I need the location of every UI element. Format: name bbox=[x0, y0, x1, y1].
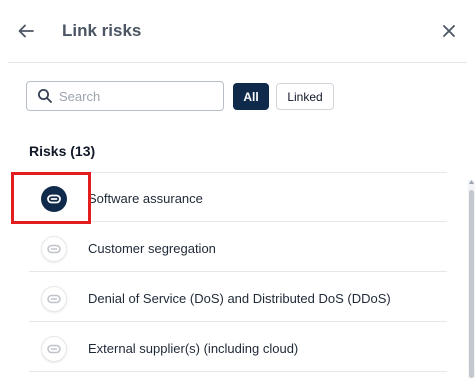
arrow-left-icon bbox=[18, 24, 34, 38]
risks-heading: Risks (13) bbox=[29, 143, 96, 159]
risk-label: Software assurance bbox=[88, 191, 203, 206]
page-title: Link risks bbox=[62, 21, 142, 40]
link-toggle-button[interactable] bbox=[41, 236, 67, 262]
link-icon bbox=[47, 244, 61, 254]
search-field[interactable] bbox=[26, 81, 224, 111]
link-icon bbox=[47, 344, 61, 354]
link-toggle-button[interactable] bbox=[41, 336, 67, 362]
link-icon bbox=[47, 294, 61, 304]
risk-label: External supplier(s) (including cloud) bbox=[88, 341, 299, 356]
link-risks-panel: Link risks All Linked Risks (13) Softwar… bbox=[0, 0, 475, 378]
search-input[interactable] bbox=[59, 86, 214, 106]
risk-row-ddos[interactable]: Denial of Service (DoS) and Distributed … bbox=[29, 272, 447, 322]
link-toggle-button[interactable] bbox=[41, 286, 67, 312]
filter-all-button[interactable]: All bbox=[233, 83, 269, 110]
risk-row-customer-segregation[interactable]: Customer segregation bbox=[29, 222, 447, 272]
close-icon bbox=[443, 25, 455, 37]
link-icon bbox=[47, 194, 61, 204]
panel-header: Link risks bbox=[0, 0, 475, 62]
scroll-up-arrow-icon[interactable] bbox=[468, 178, 475, 186]
risk-label: Denial of Service (DoS) and Distributed … bbox=[88, 291, 391, 306]
link-toggle-button[interactable] bbox=[41, 186, 67, 212]
risk-row-external-suppliers[interactable]: External supplier(s) (including cloud) bbox=[29, 322, 447, 372]
scrollbar-thumb[interactable] bbox=[469, 190, 474, 378]
back-button[interactable] bbox=[14, 20, 38, 42]
close-button[interactable] bbox=[439, 21, 459, 41]
header-divider bbox=[8, 62, 467, 63]
risk-row-software-assurance[interactable]: Software assurance bbox=[29, 172, 447, 222]
search-icon bbox=[38, 89, 52, 103]
filter-linked-button[interactable]: Linked bbox=[276, 83, 334, 110]
risk-label: Customer segregation bbox=[88, 241, 216, 256]
